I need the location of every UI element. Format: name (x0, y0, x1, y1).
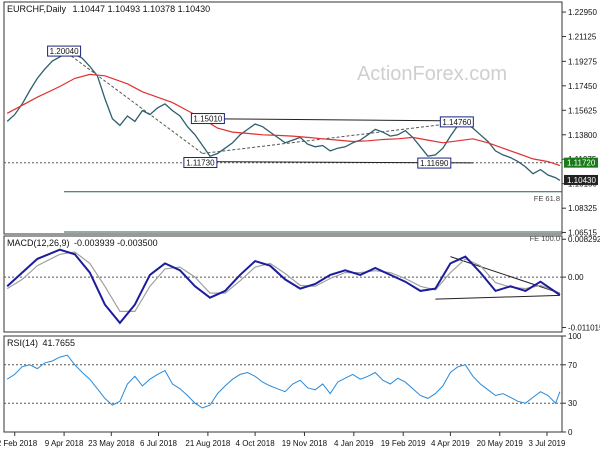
x-tick-label: 9 Apr 2018 (45, 439, 84, 448)
price-label-text: 1.14760 (442, 118, 471, 127)
rsi-y-tick-label: 100 (568, 332, 582, 341)
x-axis: 22 Feb 2018 9 Apr 2018 23 May 2018 6 Jul 20… (0, 432, 566, 448)
ohlc-values: 1.10447 1.10493 1.10378 1.10430 (73, 4, 211, 14)
symbol-title: EURCHF,Daily (7, 4, 67, 14)
rsi-panel: 100 70 30 0 (4, 332, 582, 437)
x-tick-label: 19 Nov 2018 (282, 439, 328, 448)
rsi-panel-frame (3, 335, 563, 433)
price-label-text: 1.20040 (50, 47, 79, 56)
rsi-line (6, 354, 561, 409)
rsi-y-tick-label: 30 (568, 399, 577, 408)
x-tick-label: 21 Aug 2018 (185, 439, 230, 448)
price-label-text: 1.11690 (420, 159, 449, 168)
macd-panel: 0.0082920.00-0.011015 (4, 235, 600, 332)
x-tick-label: 22 Feb 2018 (0, 439, 38, 448)
price-y-tick-label: 1.13800 (568, 131, 597, 140)
price-y-tick-label: 1.17450 (568, 82, 597, 91)
dashed-diagonal-1 (67, 52, 203, 154)
x-tick-label: 4 Apr 2019 (431, 439, 470, 448)
price-panel-title: EURCHF,Daily 1.10447 1.10493 1.10378 1.1… (7, 4, 210, 14)
macd-title: MACD(12,26,9) (7, 238, 70, 248)
fib-label: FE 100.0 (530, 234, 560, 243)
rsi-y-tick-label: 70 (568, 361, 577, 370)
rsi-title: RSI(14) (7, 338, 38, 348)
x-tick-label: 4 Oct 2018 (236, 439, 276, 448)
price-tag-text: 1.10430 (567, 176, 596, 185)
chart-stage: ActionForex.com EURCHF,Daily 1.10447 1.1… (0, 0, 600, 450)
macd-signal-line (6, 251, 561, 312)
price-label-text: 1.15010 (193, 115, 222, 124)
price-y-tick-label: 1.22950 (568, 8, 597, 17)
price-y-tick-label: 1.19275 (568, 57, 597, 66)
macd-line (6, 248, 561, 325)
price-y-tick-label: 1.08325 (568, 204, 597, 213)
macd-panel-frame (3, 235, 563, 333)
x-tick-label: 6 Jul 2018 (140, 439, 177, 448)
x-tick-label: 4 Jan 2019 (334, 439, 374, 448)
x-tick-label: 19 Feb 2019 (381, 439, 426, 448)
rsi-panel-title: RSI(14) 41.7655 (7, 338, 75, 348)
price-y-tick-label: 1.21125 (568, 33, 597, 42)
fib-label: FE 61.8 (534, 194, 560, 203)
price-label-text: 1.11730 (186, 159, 215, 168)
x-tick-label: 3 Jul 2019 (529, 439, 566, 448)
rsi-value: 41.7655 (43, 338, 76, 348)
x-tick-label: 23 May 2018 (88, 439, 135, 448)
macd-y-tick-label: 0.00 (568, 273, 584, 282)
channel-top-line (200, 118, 473, 122)
macd-panel-title: MACD(12,26,9) -0.003939 -0.003500 (7, 238, 158, 248)
macd-trendline-lower (435, 294, 560, 300)
macd-y-tick-label: 0.008292 (568, 235, 600, 244)
eurchf-chart: ActionForex.com EURCHF,Daily 1.10447 1.1… (0, 1, 600, 448)
rsi-y-tick-label: 0 (568, 428, 573, 437)
price-tag-text: 1.11720 (567, 159, 596, 168)
watermark-text: ActionForex.com (357, 63, 507, 85)
price-y-tick-label: 1.15625 (568, 106, 597, 115)
price-panel-frame (3, 1, 563, 235)
x-tick-label: 20 May 2019 (477, 439, 524, 448)
price-panel: 1.22950 1.21125 1.19275 1.17450 1.15625 1.138… (4, 8, 598, 243)
moving-average-line (6, 73, 561, 167)
macd-values: -0.003939 -0.003500 (74, 238, 158, 248)
